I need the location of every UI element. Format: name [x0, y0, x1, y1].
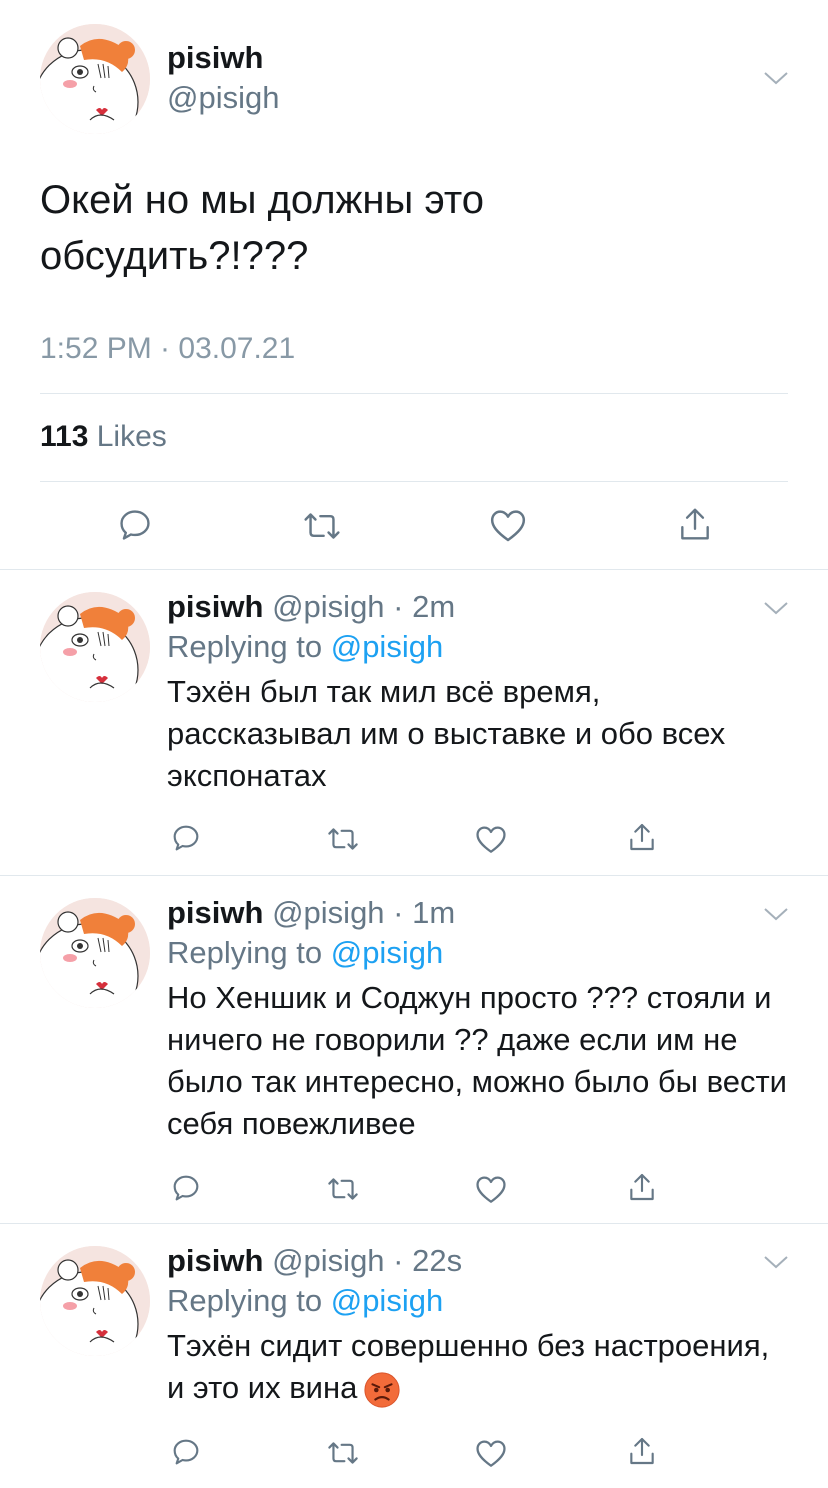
- replying-mention[interactable]: @pisigh: [331, 1283, 443, 1318]
- meta-separator: ·: [384, 895, 413, 930]
- share-icon[interactable]: [626, 1434, 658, 1468]
- reply-header: pisiwh @pisigh · 2m: [167, 589, 455, 625]
- retweet-icon[interactable]: [326, 1438, 360, 1468]
- author-name[interactable]: pisiwh: [167, 589, 263, 624]
- reply-icon[interactable]: [170, 822, 202, 854]
- reply-icon[interactable]: [170, 1436, 202, 1468]
- retweet-icon[interactable]: [326, 824, 360, 854]
- heart-icon[interactable]: [488, 506, 528, 544]
- author-handle[interactable]: @pisigh: [272, 589, 384, 624]
- replying-to: Replying to @pisigh: [167, 935, 443, 971]
- replying-to: Replying to @pisigh: [167, 1283, 443, 1319]
- chevron-down-icon[interactable]: [762, 904, 790, 924]
- tweet-text: Окей но мы должны это обсудить?!???: [40, 172, 760, 284]
- heart-icon[interactable]: [474, 1173, 508, 1205]
- tweet-text-line: Окей но мы должны это: [40, 178, 484, 222]
- divider: [40, 393, 788, 394]
- retweet-icon[interactable]: [302, 508, 342, 544]
- avatar[interactable]: [40, 24, 150, 134]
- angry-face-emoji: [363, 1371, 401, 1409]
- author-name[interactable]: pisiwh: [167, 895, 263, 930]
- share-icon[interactable]: [626, 1170, 658, 1204]
- retweet-icon[interactable]: [326, 1174, 360, 1204]
- chevron-down-icon[interactable]: [762, 1252, 790, 1272]
- reply-time[interactable]: 1m: [412, 895, 455, 930]
- reply-icon[interactable]: [170, 1172, 202, 1204]
- reply-time[interactable]: 22s: [412, 1243, 462, 1278]
- reply-tweet[interactable]: pisiwh @pisigh · 22s Replying to @pisigh…: [0, 1243, 828, 1483]
- reply-tweet[interactable]: pisiwh @pisigh · 1m Replying to @pisigh …: [0, 895, 828, 1215]
- divider: [0, 569, 828, 570]
- share-icon[interactable]: [676, 504, 714, 544]
- reply-icon[interactable]: [116, 506, 154, 544]
- heart-icon[interactable]: [474, 1437, 508, 1469]
- meta-separator: ·: [384, 589, 413, 624]
- replying-label: Replying to: [167, 1283, 323, 1318]
- chevron-down-icon[interactable]: [762, 68, 790, 88]
- reply-header: pisiwh @pisigh · 22s: [167, 1243, 462, 1279]
- likes-stat[interactable]: 113 Likes: [40, 420, 167, 454]
- chevron-down-icon[interactable]: [762, 598, 790, 618]
- author-handle[interactable]: @pisigh: [272, 1243, 384, 1278]
- heart-icon[interactable]: [474, 823, 508, 855]
- replying-label: Replying to: [167, 935, 323, 970]
- author-handle[interactable]: @pisigh: [167, 80, 279, 116]
- likes-count: 113: [40, 420, 89, 453]
- tweet-timestamp[interactable]: 1:52 PM · 03.07.21: [40, 332, 295, 366]
- reply-tweet[interactable]: pisiwh @pisigh · 2m Replying to @pisigh …: [0, 589, 828, 869]
- replying-label: Replying to: [167, 629, 323, 664]
- divider: [0, 875, 828, 876]
- tweet-text-line: обсудить?!???: [40, 234, 309, 278]
- reply-header: pisiwh @pisigh · 1m: [167, 895, 455, 931]
- share-icon[interactable]: [626, 820, 658, 854]
- divider: [0, 1223, 828, 1224]
- reply-time[interactable]: 2m: [412, 589, 455, 624]
- replying-mention[interactable]: @pisigh: [331, 935, 443, 970]
- hamster-avatar-icon: [40, 24, 150, 134]
- reply-text: Тэхён сидит совершенно без настроения, и…: [167, 1328, 770, 1405]
- reply-text-container: Тэхён сидит совершенно без настроения, и…: [167, 1325, 787, 1409]
- replying-to: Replying to @pisigh: [167, 629, 443, 665]
- replying-mention[interactable]: @pisigh: [331, 629, 443, 664]
- likes-label: Likes: [96, 420, 167, 453]
- author-name[interactable]: pisiwh: [167, 40, 263, 76]
- divider: [40, 481, 788, 482]
- author-handle[interactable]: @pisigh: [272, 895, 384, 930]
- author-name[interactable]: pisiwh: [167, 1243, 263, 1278]
- reply-text: Тэхён был так мил всё время, рассказывал…: [167, 674, 726, 793]
- meta-separator: ·: [384, 1243, 413, 1278]
- reply-text: Но Хеншик и Соджун просто ??? стояли и н…: [167, 980, 787, 1141]
